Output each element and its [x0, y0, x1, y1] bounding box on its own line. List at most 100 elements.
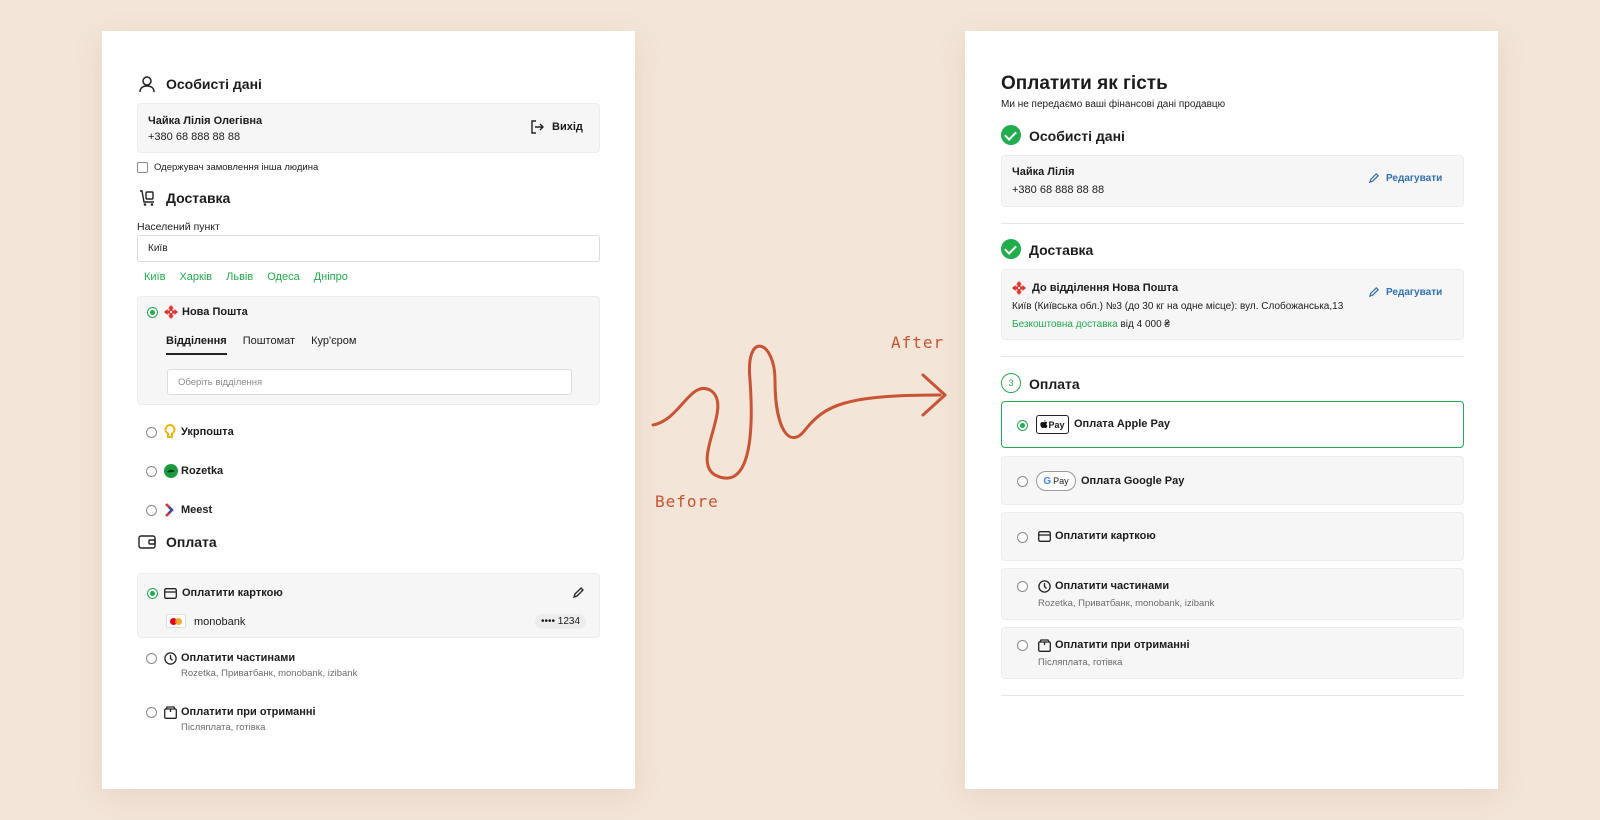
ukrposhta-logo-icon	[164, 424, 176, 438]
divider	[1001, 356, 1464, 357]
google-g-icon: G	[1043, 475, 1052, 487]
delivery-summary-box: До відділення Нова Пошта Київ (Київська …	[1001, 269, 1464, 340]
mastercard-icon	[166, 614, 186, 628]
delivery-address: Київ (Київська обл.) №3 (до 30 кг на одн…	[1012, 301, 1344, 312]
free-delivery-note: Безкоштовна доставка від 4 000 ₴	[1012, 319, 1170, 330]
google-pay-badge-text: Pay	[1053, 476, 1069, 486]
on-receipt-label[interactable]: Оплатити при отриманні	[181, 706, 316, 718]
delivery-title: Доставка	[166, 190, 231, 206]
logout-label: Вихід	[552, 121, 583, 133]
delivery-tabs: Відділення Поштомат Кур'єром	[166, 335, 356, 355]
on-receipt-option[interactable]: Оплатити при отриманні Післяплата, готів…	[1001, 627, 1464, 679]
after-card: Оплатити як гість Ми не передаємо ваші ф…	[965, 31, 1498, 789]
divider	[1001, 223, 1464, 224]
user-icon	[139, 76, 155, 93]
delivery-section-title: Доставка	[138, 189, 230, 207]
user-name: Чайка Лілія Олегівна	[148, 115, 263, 127]
ukrposhta-radio[interactable]	[146, 427, 157, 438]
before-card: Особисті дані Чайка Лілія Олегівна +380 …	[102, 31, 635, 789]
divider	[1001, 695, 1464, 696]
city-chip[interactable]: Харків	[179, 271, 212, 283]
clock-icon	[164, 652, 177, 665]
card-payment-option[interactable]: Оплатити карткою monobank •••• 1234	[137, 573, 600, 638]
edit-label: Редагувати	[1386, 172, 1443, 184]
city-chip[interactable]: Дніпро	[314, 271, 348, 283]
tab-branch[interactable]: Відділення	[166, 335, 227, 355]
credit-card-icon	[164, 588, 177, 599]
city-chip[interactable]: Львів	[226, 271, 253, 283]
after-annotation: After	[891, 333, 945, 352]
other-recipient-checkbox[interactable]: Одержувач замовлення інша людина	[137, 162, 318, 173]
on-receipt-sub: Післяплата, готівка	[181, 722, 266, 733]
logout-button[interactable]: Вихід	[530, 120, 583, 134]
parts-radio[interactable]	[1017, 581, 1028, 592]
apple-pay-option[interactable]: Pay Оплата Apple Pay	[1001, 401, 1464, 448]
personal-title: Особисті дані	[166, 76, 262, 92]
logout-icon	[531, 120, 544, 134]
pencil-edit-icon	[1368, 286, 1380, 298]
city-chip[interactable]: Київ	[144, 271, 165, 283]
nova-poshta-option[interactable]: Нова Пошта Відділення Поштомат Кур'єром …	[137, 296, 600, 405]
apple-pay-radio[interactable]	[1017, 420, 1028, 431]
parts-label[interactable]: Оплатити частинами	[181, 652, 295, 664]
tab-courier[interactable]: Кур'єром	[311, 335, 356, 355]
payment-step-badge: 3	[1001, 373, 1021, 393]
carrier-name[interactable]: Укрпошта	[181, 426, 234, 438]
personal-summary-box: Чайка Лілія +380 68 888 88 88 Редагувати	[1001, 155, 1464, 207]
squiggle-arrow-icon	[651, 344, 947, 480]
page-subtitle: Ми не передаємо ваші фінансові дані прод…	[1001, 99, 1226, 110]
edit-label: Редагувати	[1386, 286, 1443, 298]
delivery-check-icon	[1001, 239, 1021, 259]
branch-select[interactable]: Оберіть відділення	[167, 369, 572, 395]
card-label: Оплатити карткою	[1055, 530, 1156, 542]
page-title: Оплатити як гість	[1001, 73, 1168, 94]
user-phone: +380 68 888 88 88	[148, 131, 241, 143]
payment-section-title: Оплата	[138, 534, 217, 550]
google-pay-badge: G Pay	[1036, 471, 1076, 491]
card-bank: monobank	[194, 616, 246, 628]
google-pay-option[interactable]: G Pay Оплата Google Pay	[1001, 456, 1464, 505]
clock-icon	[1038, 580, 1051, 593]
edit-delivery-button[interactable]: Редагувати	[1368, 286, 1442, 298]
parts-radio[interactable]	[146, 653, 157, 664]
on-receipt-sub: Післяплата, готівка	[1038, 657, 1123, 668]
city-chip[interactable]: Одеса	[267, 271, 299, 283]
personal-info-box: Чайка Лілія Олегівна +380 68 888 88 88 В…	[137, 103, 600, 153]
carrier-name[interactable]: Rozetka	[181, 465, 223, 477]
delivery-method: До відділення Нова Пошта	[1032, 282, 1179, 294]
city-chips: Київ Харків Львів Одеса Дніпро	[144, 271, 348, 283]
wallet-icon	[138, 535, 156, 549]
personal-section-title: Особисті дані	[138, 75, 262, 93]
parts-payment-option[interactable]: Оплатити частинами Rozetka, Приватбанк, …	[1001, 568, 1464, 620]
tab-parcel-locker[interactable]: Поштомат	[243, 335, 295, 355]
apple-pay-label: Оплата Apple Pay	[1074, 418, 1171, 430]
card-payment-option[interactable]: Оплатити карткою	[1001, 512, 1464, 561]
nova-poshta-logo-icon	[164, 305, 178, 319]
delivery-cart-icon	[140, 190, 154, 206]
payment-title: Оплата	[1029, 376, 1080, 392]
branch-placeholder: Оберіть відділення	[178, 376, 263, 388]
card-radio[interactable]	[147, 588, 158, 599]
card-radio[interactable]	[1017, 532, 1028, 543]
carrier-name[interactable]: Meest	[181, 504, 212, 516]
checkbox-box[interactable]	[137, 162, 148, 173]
user-name: Чайка Лілія	[1012, 166, 1075, 178]
free-delivery-threshold: від 4 000 ₴	[1120, 319, 1170, 330]
on-receipt-radio[interactable]	[146, 707, 157, 718]
edit-personal-button[interactable]: Редагувати	[1368, 172, 1442, 184]
pencil-edit-icon[interactable]	[572, 586, 585, 599]
city-label: Населений пункт	[137, 221, 220, 233]
parts-sub: Rozetka, Приватбанк, monobank, izibank	[1038, 598, 1215, 609]
rozetka-radio[interactable]	[146, 466, 157, 477]
google-pay-label: Оплата Google Pay	[1081, 475, 1185, 487]
city-input[interactable]: Київ	[137, 235, 600, 262]
user-phone: +380 68 888 88 88	[1012, 184, 1105, 196]
nova-poshta-logo-icon	[1012, 281, 1026, 295]
meest-radio[interactable]	[146, 505, 157, 516]
card-number: •••• 1234	[535, 614, 587, 629]
google-pay-radio[interactable]	[1017, 476, 1028, 487]
payment-title: Оплата	[166, 534, 217, 550]
delivery-title: Доставка	[1029, 242, 1094, 258]
nova-poshta-radio[interactable]	[147, 307, 158, 318]
on-receipt-radio[interactable]	[1017, 640, 1028, 651]
